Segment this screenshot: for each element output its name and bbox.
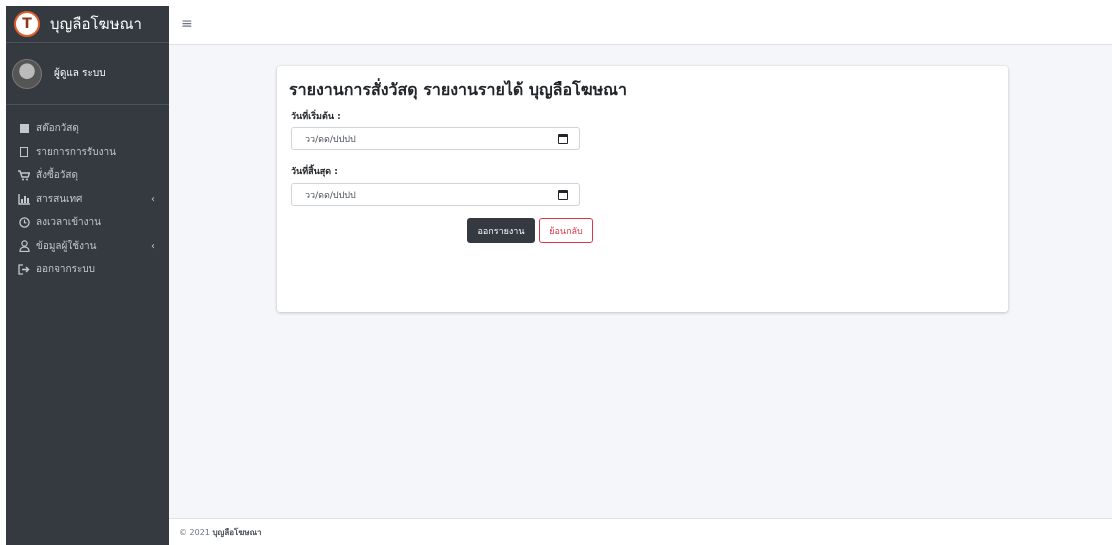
sidebar-nav: สต๊อกวัสดุ รายการการรับงาน สั่งซื้อวัสดุ… [6, 105, 169, 282]
top-navbar: ≡ [169, 6, 1112, 45]
clock-icon [18, 217, 30, 229]
back-button[interactable]: ย้อนกลับ [539, 218, 593, 243]
menu-icon[interactable]: ≡ [181, 17, 193, 31]
sidebar-item-label: สต๊อกวัสดุ [36, 123, 79, 135]
generate-report-button[interactable]: ออกรายงาน [467, 218, 535, 243]
sidebar-item-label: ออกจากระบบ [36, 264, 96, 276]
chevron-left-icon: ‹ [151, 240, 155, 252]
sidebar: T บุญลือโฆษณา ผู้ดูแล ระบบ สต๊อกวัสดุ รา… [6, 6, 169, 545]
footer: © 2021 บุญลือโฆษณา [169, 518, 1112, 545]
user-icon [18, 240, 30, 253]
sidebar-item-stock[interactable]: สต๊อกวัสดุ [6, 117, 169, 141]
chevron-left-icon: ‹ [151, 193, 155, 205]
calendar-icon[interactable] [558, 190, 568, 200]
brand-title: บุญลือโฆษณา [50, 15, 142, 33]
sidebar-item-label: สารสนเทศ [36, 193, 83, 205]
sidebar-item-label: ลงเวลาเข้างาน [36, 217, 101, 229]
report-card: รายงานการสั่งวัสดุ รายงานรายได้ บุญลือโฆ… [277, 66, 1008, 312]
footer-brand: บุญลือโฆษณา [212, 527, 262, 537]
end-date-placeholder: วว/ดด/ปปปป [305, 190, 356, 201]
copyright-text: © 2021 [179, 527, 210, 537]
sidebar-item-label: รายการการรับงาน [36, 146, 116, 158]
avatar [12, 58, 42, 89]
sidebar-item-jobs[interactable]: รายการการรับงาน [6, 141, 169, 165]
end-date-label: วันที่สิ้นสุด : [291, 167, 338, 177]
chart-icon [18, 193, 30, 205]
end-date-input[interactable]: วว/ดด/ปปปป [291, 183, 580, 206]
sidebar-item-order[interactable]: สั่งซื้อวัสดุ [6, 164, 169, 188]
box-icon [18, 123, 30, 135]
start-date-input[interactable]: วว/ดด/ปปปป [291, 127, 580, 150]
sidebar-item-users[interactable]: ข้อมูลผู้ใช้งาน ‹ [6, 235, 169, 259]
brand-logo-icon: T [14, 11, 40, 37]
user-name: ผู้ดูแล ระบบ [54, 68, 106, 79]
page-title: รายงานการสั่งวัสดุ รายงานรายได้ บุญลือโฆ… [289, 80, 627, 99]
logout-icon [18, 264, 30, 276]
user-panel[interactable]: ผู้ดูแล ระบบ [6, 43, 169, 105]
sidebar-item-info[interactable]: สารสนเทศ ‹ [6, 188, 169, 212]
calendar-icon[interactable] [558, 134, 568, 144]
start-date-placeholder: วว/ดด/ปปปป [305, 134, 356, 145]
sidebar-item-checkin[interactable]: ลงเวลาเข้างาน [6, 211, 169, 235]
document-icon [18, 146, 30, 158]
sidebar-item-logout[interactable]: ออกจากระบบ [6, 258, 169, 282]
sidebar-item-label: ข้อมูลผู้ใช้งาน [36, 240, 97, 252]
cart-icon [18, 170, 30, 182]
brand-link[interactable]: T บุญลือโฆษณา [6, 6, 169, 43]
start-date-label: วันที่เริ่มต้น : [291, 112, 341, 122]
sidebar-item-label: สั่งซื้อวัสดุ [36, 170, 78, 182]
